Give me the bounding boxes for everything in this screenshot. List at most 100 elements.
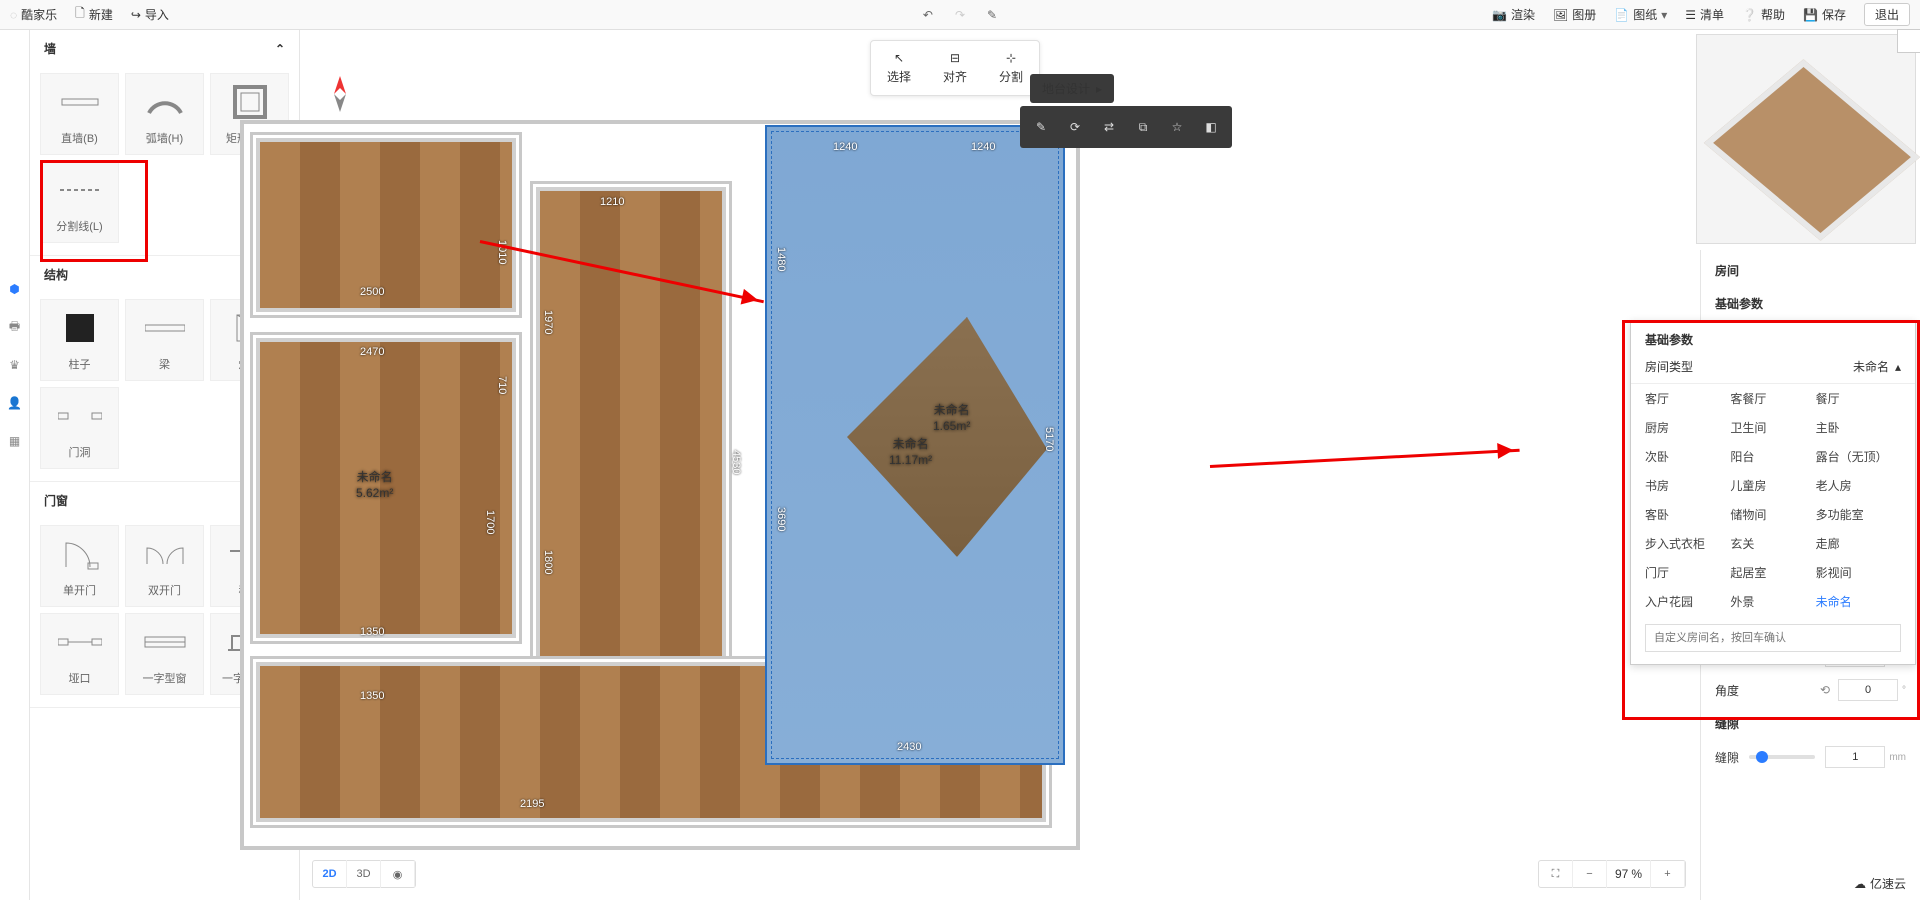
eraser-icon[interactable]: ◧ bbox=[1194, 110, 1228, 144]
opt-storage[interactable]: 储物间 bbox=[1730, 506, 1815, 523]
dim: 1350 bbox=[360, 690, 384, 702]
opt-bathroom[interactable]: 卫生间 bbox=[1730, 419, 1815, 436]
opt-study[interactable]: 书房 bbox=[1645, 477, 1730, 494]
rail-user-icon[interactable]: 👤 bbox=[6, 394, 24, 412]
top-bar: ◌ 酷家乐 🗋新建 ↪导入 ↶ ↷ ✎ 📷渲染 🖼图册 📄图纸 ▾ ☰清单 ❔帮… bbox=[0, 0, 1920, 30]
opt-balcony[interactable]: 阳台 bbox=[1730, 448, 1815, 465]
cloud-icon: ☁ bbox=[1854, 877, 1866, 891]
room-label-tri: 未命名1.65m² bbox=[933, 403, 970, 434]
dim: 710 bbox=[496, 376, 508, 394]
dim: 1480 bbox=[775, 247, 787, 271]
undo-button[interactable]: ↶ bbox=[923, 8, 933, 22]
new-button[interactable]: 🗋新建 bbox=[75, 4, 113, 25]
align-icon: ⊟ bbox=[950, 51, 960, 65]
opt-hall[interactable]: 门厅 bbox=[1645, 564, 1730, 581]
opt-dining[interactable]: 餐厅 bbox=[1816, 390, 1901, 407]
inner-platform[interactable] bbox=[847, 317, 1047, 557]
album-button[interactable]: 🖼图册 bbox=[1553, 6, 1596, 23]
app-logo[interactable]: ◌ 酷家乐 bbox=[10, 6, 57, 23]
help-icon: ❔ bbox=[1742, 8, 1757, 22]
window-tool[interactable]: 一字型窗 bbox=[125, 613, 204, 695]
gap-label: 缝隙 bbox=[1715, 749, 1739, 766]
selected-room[interactable]: 未命名11.17m² 未命名1.65m² 1240 1240 1480 3690… bbox=[765, 125, 1065, 765]
dim: 1970 bbox=[542, 310, 554, 334]
beam-tool[interactable]: 梁 bbox=[125, 299, 204, 381]
rail-home-icon[interactable]: ⬢ bbox=[6, 280, 24, 298]
cube-icon[interactable] bbox=[1897, 29, 1920, 53]
rotate-ccw-icon[interactable]: ⟲ bbox=[1820, 683, 1830, 697]
import-button[interactable]: ↪导入 bbox=[131, 6, 169, 23]
opt-foyer[interactable]: 玄关 bbox=[1730, 535, 1815, 552]
star-icon[interactable]: ☆ bbox=[1160, 110, 1194, 144]
fullscreen-button[interactable]: ⛶ bbox=[1539, 860, 1573, 888]
wall-section-header[interactable]: 墙⌃ bbox=[30, 30, 299, 67]
opt-livingdining[interactable]: 客餐厅 bbox=[1730, 390, 1815, 407]
image-icon: 🖼 bbox=[1553, 8, 1568, 22]
gap-input[interactable] bbox=[1825, 746, 1885, 768]
angle-row: 角度 ⟲ ° bbox=[1701, 673, 1920, 707]
copy-icon[interactable]: ⧉ bbox=[1126, 110, 1160, 144]
doc-icon: 📄 bbox=[1614, 8, 1629, 22]
room-type-dropdown: 基础参数 房间类型 未命名▴ 客厅 客餐厅 餐厅 厨房 卫生间 主卧 次卧 阳台… bbox=[1630, 320, 1916, 665]
opt-theater[interactable]: 影视间 bbox=[1816, 564, 1901, 581]
yakou-tool[interactable]: 垭口 bbox=[40, 613, 119, 695]
angle-label: 角度 bbox=[1715, 682, 1739, 699]
double-door-tool[interactable]: 双开门 bbox=[125, 525, 204, 607]
left-rail: ⬢ 🖶 ♛ 👤 ▦ bbox=[0, 30, 30, 900]
opt-guest[interactable]: 客卧 bbox=[1645, 506, 1730, 523]
opt-kitchen[interactable]: 厨房 bbox=[1645, 419, 1730, 436]
help-button[interactable]: ❔帮助 bbox=[1742, 6, 1785, 23]
render-button[interactable]: 📷渲染 bbox=[1492, 6, 1535, 23]
chevron-up-icon: ▴ bbox=[1895, 360, 1901, 374]
angle-input[interactable] bbox=[1838, 679, 1898, 701]
zoom-in-button[interactable]: + bbox=[1651, 860, 1685, 888]
opt-secondary[interactable]: 次卧 bbox=[1645, 448, 1730, 465]
rotate-icon[interactable]: ⟳ bbox=[1058, 110, 1092, 144]
custom-room-name-input[interactable] bbox=[1645, 624, 1901, 652]
align-tool[interactable]: ⊟对齐 bbox=[927, 41, 983, 95]
opt-sitting[interactable]: 起居室 bbox=[1730, 564, 1815, 581]
rail-lamp-icon[interactable]: ♛ bbox=[6, 356, 24, 374]
minimap[interactable] bbox=[1696, 34, 1916, 244]
save-button[interactable]: 💾保存 bbox=[1803, 6, 1846, 23]
straight-wall-tool[interactable]: 直墙(B) bbox=[40, 73, 119, 155]
room-a[interactable] bbox=[256, 138, 516, 312]
opt-multi[interactable]: 多功能室 bbox=[1816, 506, 1901, 523]
view-2d-button[interactable]: 2D bbox=[313, 860, 347, 888]
rail-print-icon[interactable]: 🖶 bbox=[6, 318, 24, 336]
opt-master[interactable]: 主卧 bbox=[1816, 419, 1901, 436]
zoom-out-button[interactable]: − bbox=[1573, 860, 1607, 888]
opt-walkin[interactable]: 步入式衣柜 bbox=[1645, 535, 1730, 552]
opt-garden[interactable]: 入户花园 bbox=[1645, 593, 1730, 610]
list-button[interactable]: ☰清单 bbox=[1685, 6, 1724, 23]
select-tool[interactable]: ↖选择 bbox=[871, 41, 927, 95]
import-icon: ↪ bbox=[131, 8, 141, 22]
opt-terrace[interactable]: 露台（无顶） bbox=[1816, 448, 1901, 465]
redo-button[interactable]: ↷ bbox=[955, 8, 965, 22]
edit-icon[interactable]: ✎ bbox=[1024, 110, 1058, 144]
rail-cabinet-icon[interactable]: ▦ bbox=[6, 432, 24, 450]
opening-tool[interactable]: 门洞 bbox=[40, 387, 119, 469]
walkthrough-button[interactable]: ◉ bbox=[381, 860, 415, 888]
drawing-button[interactable]: 📄图纸 ▾ bbox=[1614, 6, 1667, 23]
exit-button[interactable]: 退出 bbox=[1864, 3, 1910, 26]
split-line-tool[interactable]: 分割线(L) bbox=[40, 161, 119, 243]
view-mode-switch: 2D 3D ◉ bbox=[312, 860, 416, 888]
opt-kids[interactable]: 儿童房 bbox=[1730, 477, 1815, 494]
brush-button[interactable]: ✎ bbox=[987, 8, 997, 22]
opt-living[interactable]: 客厅 bbox=[1645, 390, 1730, 407]
opt-unnamed[interactable]: 未命名 bbox=[1816, 593, 1901, 610]
platform-design-tag[interactable]: 地台设计▸ bbox=[1030, 74, 1114, 103]
column-tool[interactable]: 柱子 bbox=[40, 299, 119, 381]
opt-elder[interactable]: 老人房 bbox=[1816, 477, 1901, 494]
watermark: ☁亿速云 bbox=[1854, 875, 1906, 892]
dim: 3690 bbox=[775, 507, 787, 531]
arc-wall-tool[interactable]: 弧墙(H) bbox=[125, 73, 204, 155]
dim: 5170 bbox=[1043, 427, 1055, 451]
gap-slider[interactable] bbox=[1749, 755, 1815, 759]
view-3d-button[interactable]: 3D bbox=[347, 860, 381, 888]
flip-icon[interactable]: ⇄ bbox=[1092, 110, 1126, 144]
opt-corridor[interactable]: 走廊 bbox=[1816, 535, 1901, 552]
opt-exterior[interactable]: 外景 bbox=[1730, 593, 1815, 610]
single-door-tool[interactable]: 单开门 bbox=[40, 525, 119, 607]
